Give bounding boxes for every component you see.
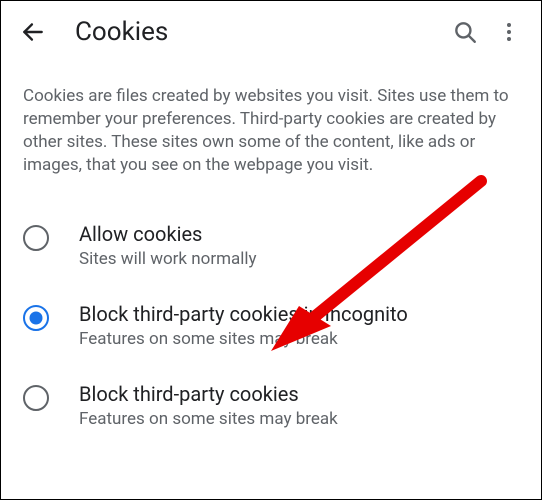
radio-icon [23, 225, 49, 251]
option-subtitle: Features on some sites may break [79, 409, 338, 429]
options-list: Allow cookies Sites will work normally B… [1, 195, 541, 445]
search-button[interactable] [443, 10, 487, 54]
option-title: Block third-party cookies in Incognito [79, 301, 408, 327]
option-text: Block third-party cookies Features on so… [79, 381, 338, 429]
option-text: Allow cookies Sites will work normally [79, 221, 257, 269]
more-button[interactable] [487, 10, 531, 54]
option-title: Block third-party cookies [79, 381, 338, 407]
option-block-third-party[interactable]: Block third-party cookies Features on so… [1, 365, 541, 445]
option-block-third-party-incognito[interactable]: Block third-party cookies in Incognito F… [1, 285, 541, 365]
option-text: Block third-party cookies in Incognito F… [79, 301, 408, 349]
app-header: Cookies [1, 1, 541, 63]
option-subtitle: Features on some sites may break [79, 329, 408, 349]
radio-icon [23, 305, 49, 331]
option-subtitle: Sites will work normally [79, 249, 257, 269]
option-allow-cookies[interactable]: Allow cookies Sites will work normally [1, 205, 541, 285]
search-icon [452, 19, 478, 45]
description-text: Cookies are files created by websites yo… [1, 63, 541, 195]
option-title: Allow cookies [79, 221, 257, 247]
arrow-back-icon [20, 19, 46, 45]
radio-icon [23, 385, 49, 411]
page-title: Cookies [75, 17, 443, 47]
back-button[interactable] [11, 10, 55, 54]
more-vert-icon [497, 20, 521, 44]
